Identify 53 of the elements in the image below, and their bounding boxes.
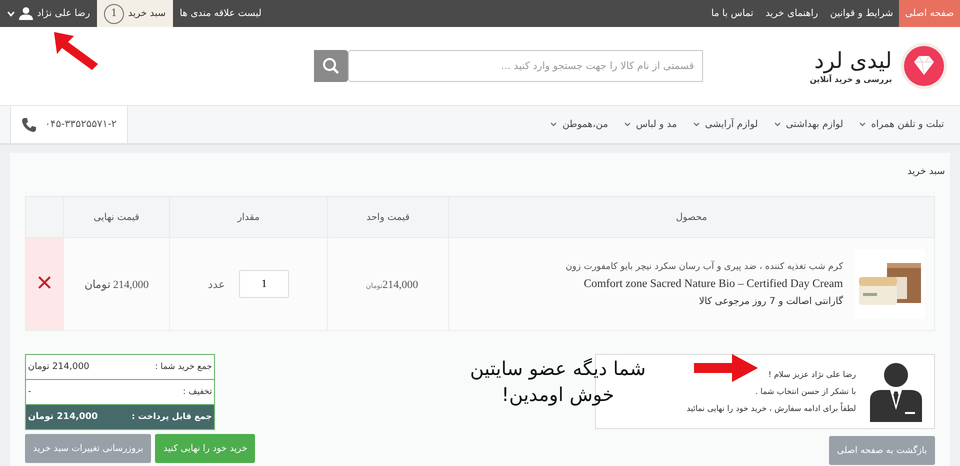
unit-price: 214,000 xyxy=(382,278,418,290)
user-menu[interactable]: رضا علی نژاد xyxy=(0,0,98,27)
cart-title: سبد خرید xyxy=(906,164,945,178)
category-menu[interactable]: مد و لباس xyxy=(624,119,677,130)
chevron-icon xyxy=(774,122,781,127)
phone-icon xyxy=(21,116,37,132)
top-nav-link[interactable]: راهنمای خرید xyxy=(759,0,824,27)
welcome-text: رضا علی نژاد عزیز سلام ! xyxy=(767,370,856,379)
arrow-icon xyxy=(694,354,758,382)
product-name: کرم شب تغذیه کننده ، ضد پیری و آب رسان سکرد نیچر بایو کامفورت زون xyxy=(566,262,843,272)
diamond-logo-icon xyxy=(900,42,948,90)
welcome-text: لطفاً برای ادامه سفارش ، خرید خود را نهایی نمائید xyxy=(686,404,856,413)
category-menu[interactable]: لوازم بهداشتی xyxy=(774,119,844,130)
search-button[interactable] xyxy=(314,50,348,82)
category-menu[interactable]: لوازم آرایشی xyxy=(693,119,758,130)
annotation-text: شما دیگه عضو سایتین xyxy=(470,357,646,382)
close-icon[interactable] xyxy=(38,276,51,289)
product-name-english: Comfort zone Sacred Nature Bio – Certified Day Cream xyxy=(584,278,843,290)
chevron-icon xyxy=(859,122,866,127)
top-nav-link[interactable]: شرایط و قوانین xyxy=(824,0,900,27)
summary-value: - xyxy=(28,387,32,397)
summary-label: تخفیف : xyxy=(182,387,212,397)
quantity-field[interactable]: 1 xyxy=(239,270,290,298)
chevron-icon xyxy=(693,122,700,127)
logo-title: لیدی لرد xyxy=(813,48,892,74)
chevron-icon xyxy=(7,10,15,16)
cart-count: 1 xyxy=(104,4,124,24)
summary-label: جمع قابل پرداخت : xyxy=(132,412,212,422)
category-menu[interactable]: من،هموطن xyxy=(550,119,608,130)
logo-subtitle: بررسی و خرید آنلاین xyxy=(810,74,892,84)
guarantee-text: گارانتی اصالت و 7 روز مرجوعی کالا xyxy=(699,296,843,306)
chevron-icon xyxy=(624,122,632,127)
column-header: محصول xyxy=(448,196,934,238)
category-menu[interactable]: تبلت و تلفن همراه xyxy=(859,119,944,130)
user-icon xyxy=(19,7,33,20)
top-nav-link[interactable]: تماس با ما xyxy=(705,0,760,27)
search-field[interactable]: قسمتی از نام کالا را جهت جستجو وارد کنید ... xyxy=(348,50,703,82)
search-icon xyxy=(322,57,340,75)
column-header: قیمت نهایی xyxy=(64,196,170,238)
column-header: مقدار xyxy=(170,196,328,238)
arrow-icon xyxy=(52,30,100,72)
businessman-icon xyxy=(868,362,924,422)
welcome-text: با تشکر از حسن انتخاب شما . xyxy=(754,387,856,396)
summary-value: 214,000 تومان xyxy=(28,412,98,422)
final-price: 214,000 تومان xyxy=(84,278,149,290)
unit-label: عدد xyxy=(208,278,226,290)
phone-number: ۰۴۵-۳۳۵۲۵۵۷۱-۲ xyxy=(45,119,117,130)
column-header: قیمت واحد xyxy=(328,196,448,238)
chevron-icon xyxy=(550,122,558,127)
summary-label: جمع خرید شما : xyxy=(154,362,212,372)
annotation-text: خوش اومدین! xyxy=(502,383,614,408)
wishlist-link[interactable]: لیست علاقه مندی ها xyxy=(172,0,269,27)
summary-value: 214,000 تومان xyxy=(28,362,90,372)
